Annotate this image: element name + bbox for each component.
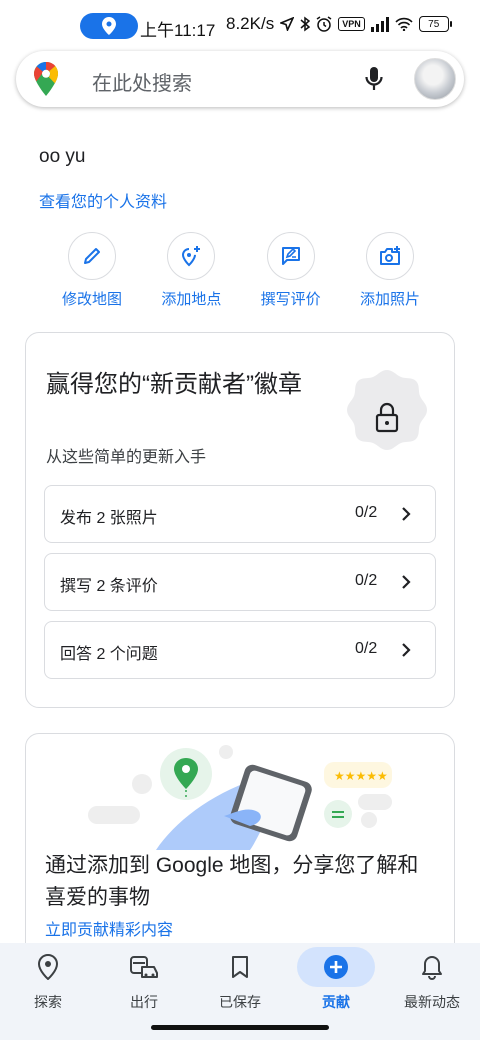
vpn-badge: VPN — [338, 17, 365, 31]
wifi-icon — [395, 17, 413, 31]
nav-updates-icon-wrap — [393, 947, 471, 987]
status-time: 上午11:17 — [140, 21, 216, 40]
nav-explore-icon-wrap — [9, 947, 87, 987]
edit-map-button[interactable]: 修改地图 — [46, 232, 138, 309]
commute-icon — [130, 956, 158, 978]
bluetooth-icon — [300, 16, 311, 32]
add-photo-circle — [365, 232, 414, 280]
add-place-icon — [182, 246, 201, 267]
add-photo-button[interactable]: 添加照片 — [344, 232, 436, 309]
nav-commute-label: 出行 — [130, 994, 158, 1010]
badge-card-subtitle: 从这些简单的更新入手 — [46, 449, 207, 466]
task-label: 发布 2 张照片 — [60, 510, 158, 527]
add-place-circle — [167, 232, 216, 280]
view-profile-link[interactable]: 查看您的个人资料 — [39, 188, 167, 212]
avatar[interactable] — [414, 58, 456, 100]
badge-card-title: 赢得您的“新贡献者”徽章 — [46, 371, 302, 398]
task-progress: 0/2 — [355, 640, 378, 657]
chevron-right-icon — [402, 643, 411, 657]
chevron-right-icon — [402, 575, 411, 589]
nav-explore-label: 探索 — [34, 994, 62, 1010]
task-progress: 0/2 — [355, 504, 378, 521]
status-bar: 上午11:17 8.2K/s VPN 75 — [0, 0, 480, 52]
edit-map-circle — [68, 232, 116, 280]
add-circle-icon — [324, 955, 348, 979]
mic-icon[interactable] — [364, 65, 384, 93]
signal-icon — [370, 16, 389, 32]
nav-updates-label: 最新动态 — [404, 994, 460, 1010]
navigation-arrow-icon — [280, 17, 295, 31]
nav-saved-icon-wrap — [201, 947, 279, 987]
google-maps-pin-icon — [34, 62, 58, 96]
nav-updates[interactable]: 最新动态 — [384, 943, 480, 1040]
nav-explore[interactable]: 探索 — [0, 943, 96, 1040]
explore-pin-icon — [38, 954, 58, 980]
write-review-label: 撰写评价 — [260, 291, 321, 308]
task-label: 回答 2 个问题 — [60, 646, 158, 663]
bookmark-icon — [232, 956, 248, 978]
alarm-icon — [316, 16, 332, 32]
bell-icon — [422, 956, 442, 980]
task-label: 撰写 2 条评价 — [60, 578, 158, 595]
chevron-right-icon — [402, 507, 411, 521]
add-photo-icon — [379, 246, 400, 265]
task-answer-questions[interactable]: 回答 2 个问题 0/2 — [44, 621, 436, 679]
task-progress: 0/2 — [355, 572, 378, 589]
contributor-badge-card: 赢得您的“新贡献者”徽章 从这些简单的更新入手 发布 2 张照片 0/2 撰写 … — [25, 332, 455, 708]
task-list: 发布 2 张照片 0/2 撰写 2 条评价 0/2 回答 2 个问题 0/2 — [44, 485, 436, 689]
search-input[interactable]: 在此处搜索 — [92, 67, 192, 96]
pencil-icon — [84, 248, 100, 264]
network-speed: 8.2K/s — [226, 14, 275, 33]
nav-commute-icon-wrap — [105, 947, 183, 987]
battery-indicator: 75 — [418, 16, 452, 32]
add-place-label: 添加地点 — [161, 291, 222, 308]
status-icons: 8.2K/s VPN 75 — [226, 14, 452, 34]
task-write-reviews[interactable]: 撰写 2 条评价 0/2 — [44, 553, 436, 611]
add-place-button[interactable]: 添加地点 — [145, 232, 237, 309]
contribute-now-link[interactable]: 立即贡献精彩内容 — [45, 916, 173, 940]
location-indicator — [80, 13, 138, 39]
nav-contribute-icon-wrap — [297, 947, 375, 987]
add-photo-label: 添加照片 — [359, 291, 420, 308]
write-review-icon — [281, 247, 300, 265]
quick-actions: 修改地图 添加地点 撰写评价 添加照片 — [46, 232, 436, 309]
home-indicator[interactable] — [151, 1025, 329, 1030]
write-review-button[interactable]: 撰写评价 — [245, 232, 337, 309]
profile-name: oo yu — [39, 146, 86, 167]
promo-title: 通过添加到 Google 地图，分享您了解和喜爱的事物 — [45, 854, 419, 909]
search-bar[interactable]: 在此处搜索 — [16, 51, 464, 107]
location-icon — [102, 17, 116, 35]
task-post-photos[interactable]: 发布 2 张照片 0/2 — [44, 485, 436, 543]
phone-illustration: ★★★★★ — [88, 745, 392, 850]
rating-stars: ★★★★★ — [334, 769, 388, 783]
edit-map-label: 修改地图 — [61, 291, 122, 308]
locked-badge — [347, 370, 427, 450]
nav-contribute-label: 贡献 — [322, 994, 350, 1010]
write-review-circle — [266, 232, 315, 280]
nav-saved-label: 已保存 — [219, 994, 261, 1010]
